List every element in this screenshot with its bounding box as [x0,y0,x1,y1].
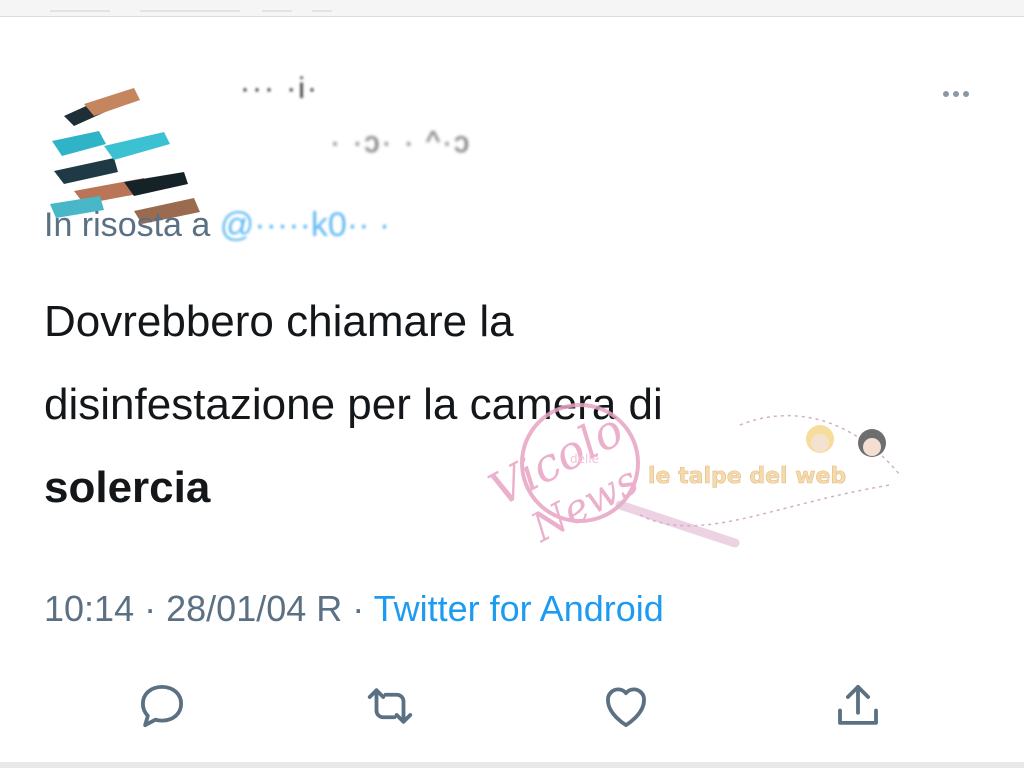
tweet-meta: 10:14 · 28/01/04 R · Twitter for Android [44,588,664,630]
reply-context: In risosta a @·····k0·· · [44,206,390,245]
more-options-icon[interactable] [932,80,980,108]
tweet-time[interactable]: 10:14 [44,588,134,629]
tweet-screenshot: ··· ·i· · ·ɔ· · ^·ɔ In risosta a @·····k… [0,0,1024,768]
tweet-line-1: Dovrebbero chiamare la [44,297,514,346]
watermark-logo: Vicolo delle News le talpe del web [480,402,901,552]
meta-separator-2: · [352,588,365,629]
retweet-button[interactable] [360,676,420,736]
tweet-source-link[interactable]: Twitter for Android [374,588,664,629]
reply-prefix-mid: osta a [117,206,211,244]
meta-separator: · [144,588,157,629]
reply-handle-link[interactable]: @·····k0·· · [220,206,390,244]
reply-button[interactable] [132,676,192,736]
retweet-icon [367,688,413,724]
watermark-small: delle [570,452,599,466]
author-name[interactable]: ··· ·i· [240,72,319,106]
reply-prefix: In ris [44,206,118,244]
bottom-divider [0,762,1024,768]
tweet-actions [0,676,1024,738]
tweet-date[interactable]: 28/01/04 R [166,588,342,629]
watermark-banner: le talpe del web [648,464,846,489]
share-button[interactable] [828,676,888,736]
reply-icon [140,684,184,728]
tweet-author[interactable]: ··· ·i· · ·ɔ· · ^·ɔ [40,50,600,224]
top-strip [0,0,1024,17]
share-icon [838,684,878,725]
like-button[interactable] [596,676,656,736]
heart-icon [606,687,646,728]
author-handle: · ·ɔ· · ^·ɔ [330,126,472,159]
